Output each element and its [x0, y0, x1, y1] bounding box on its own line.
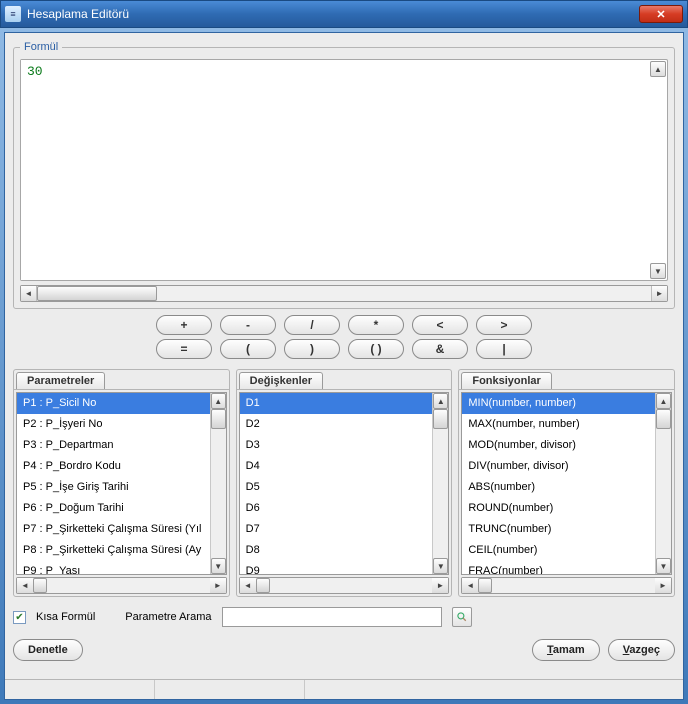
vars-hscroll[interactable]: ◄► [239, 577, 450, 594]
params-scroll-thumb[interactable] [211, 409, 226, 429]
variables-panel: Değişkenler D1D2D3D4D5D6D7D8D9D10 ▲ ▼ ◄► [236, 369, 453, 597]
tab-parameters[interactable]: Parametreler [16, 372, 105, 389]
tab-variables[interactable]: Değişkenler [239, 372, 323, 389]
app-icon: ≡ [5, 6, 21, 22]
funcs-scroll-thumb[interactable] [656, 409, 671, 429]
vars-scroll-thumb[interactable] [433, 409, 448, 429]
list-item[interactable]: D9 [240, 561, 433, 574]
close-button[interactable]: ✕ [639, 5, 683, 23]
funcs-scroll-up[interactable]: ▲ [656, 393, 671, 409]
cancel-button[interactable]: Vazgeç [608, 639, 675, 661]
funcs-hscroll[interactable]: ◄► [461, 577, 672, 594]
list-item[interactable]: CEIL(number) [462, 540, 655, 561]
list-item[interactable]: P9 : P_Yaşı [17, 561, 210, 574]
operator-button[interactable]: & [412, 339, 468, 359]
list-item[interactable]: P5 : P_İşe Giriş Tarihi [17, 477, 210, 498]
params-scroll-down[interactable]: ▼ [211, 558, 226, 574]
list-item[interactable]: MOD(number, divisor) [462, 435, 655, 456]
hscroll-right[interactable]: ► [651, 286, 667, 301]
list-item[interactable]: MIN(number, number) [462, 393, 655, 414]
editor-scroll-up[interactable]: ▲ [650, 61, 666, 77]
short-formula-label: Kısa Formül [36, 611, 95, 623]
formula-legend: Formül [20, 41, 62, 53]
operator-button[interactable]: ( [220, 339, 276, 359]
status-bar [5, 679, 683, 699]
parameter-search-input[interactable] [222, 607, 442, 627]
list-item[interactable]: ABS(number) [462, 477, 655, 498]
list-item[interactable]: D5 [240, 477, 433, 498]
inspect-button[interactable]: Denetle [13, 639, 83, 661]
operator-button[interactable]: ( ) [348, 339, 404, 359]
list-item[interactable]: P3 : P_Departman [17, 435, 210, 456]
list-item[interactable]: TRUNC(number) [462, 519, 655, 540]
operator-button[interactable]: / [284, 315, 340, 335]
formula-group: Formül ▲ ▼ ◄ ► [13, 41, 675, 309]
operator-button[interactable]: - [220, 315, 276, 335]
list-item[interactable]: D4 [240, 456, 433, 477]
list-item[interactable]: D1 [240, 393, 433, 414]
list-item[interactable]: D7 [240, 519, 433, 540]
search-button[interactable] [452, 607, 472, 627]
list-item[interactable]: DIV(number, divisor) [462, 456, 655, 477]
list-item[interactable]: D2 [240, 414, 433, 435]
list-item[interactable]: P7 : P_Şirketteki Çalışma Süresi (Yıl [17, 519, 210, 540]
editor-hscroll[interactable]: ◄ ► [20, 285, 668, 302]
hscroll-left[interactable]: ◄ [21, 286, 37, 301]
ok-button[interactable]: Tamam [532, 639, 600, 661]
window-title: Hesaplama Editörü [27, 7, 639, 21]
list-item[interactable]: P8 : P_Şirketteki Çalışma Süresi (Ay [17, 540, 210, 561]
list-item[interactable]: D6 [240, 498, 433, 519]
list-item[interactable]: P4 : P_Bordro Kodu [17, 456, 210, 477]
params-scroll-up[interactable]: ▲ [211, 393, 226, 409]
operator-button[interactable]: ) [284, 339, 340, 359]
editor-scroll-down[interactable]: ▼ [650, 263, 666, 279]
list-item[interactable]: D3 [240, 435, 433, 456]
vars-scroll-down[interactable]: ▼ [433, 558, 448, 574]
operator-button[interactable]: * [348, 315, 404, 335]
list-item[interactable]: D8 [240, 540, 433, 561]
formula-editor[interactable] [21, 60, 649, 280]
operator-button[interactable]: < [412, 315, 468, 335]
params-hscroll[interactable]: ◄► [16, 577, 227, 594]
list-item[interactable]: P2 : P_İşyeri No [17, 414, 210, 435]
operator-button[interactable]: + [156, 315, 212, 335]
titlebar[interactable]: ≡ Hesaplama Editörü ✕ [0, 0, 688, 28]
search-label: Parametre Arama [125, 611, 211, 623]
list-item[interactable]: MAX(number, number) [462, 414, 655, 435]
vars-scroll-up[interactable]: ▲ [433, 393, 448, 409]
search-icon [456, 611, 468, 623]
operator-button[interactable]: = [156, 339, 212, 359]
list-item[interactable]: ROUND(number) [462, 498, 655, 519]
operator-button[interactable]: > [476, 315, 532, 335]
hscroll-thumb[interactable] [37, 286, 157, 301]
parameters-panel: Parametreler P1 : P_Sicil NoP2 : P_İşyer… [13, 369, 230, 597]
operator-button[interactable]: | [476, 339, 532, 359]
list-item[interactable]: P1 : P_Sicil No [17, 393, 210, 414]
tab-functions[interactable]: Fonksiyonlar [461, 372, 551, 389]
list-item[interactable]: FRAC(number) [462, 561, 655, 574]
short-formula-checkbox[interactable]: ✔ [13, 611, 26, 624]
list-item[interactable]: P6 : P_Doğum Tarihi [17, 498, 210, 519]
funcs-scroll-down[interactable]: ▼ [656, 558, 671, 574]
functions-panel: Fonksiyonlar MIN(number, number)MAX(numb… [458, 369, 675, 597]
